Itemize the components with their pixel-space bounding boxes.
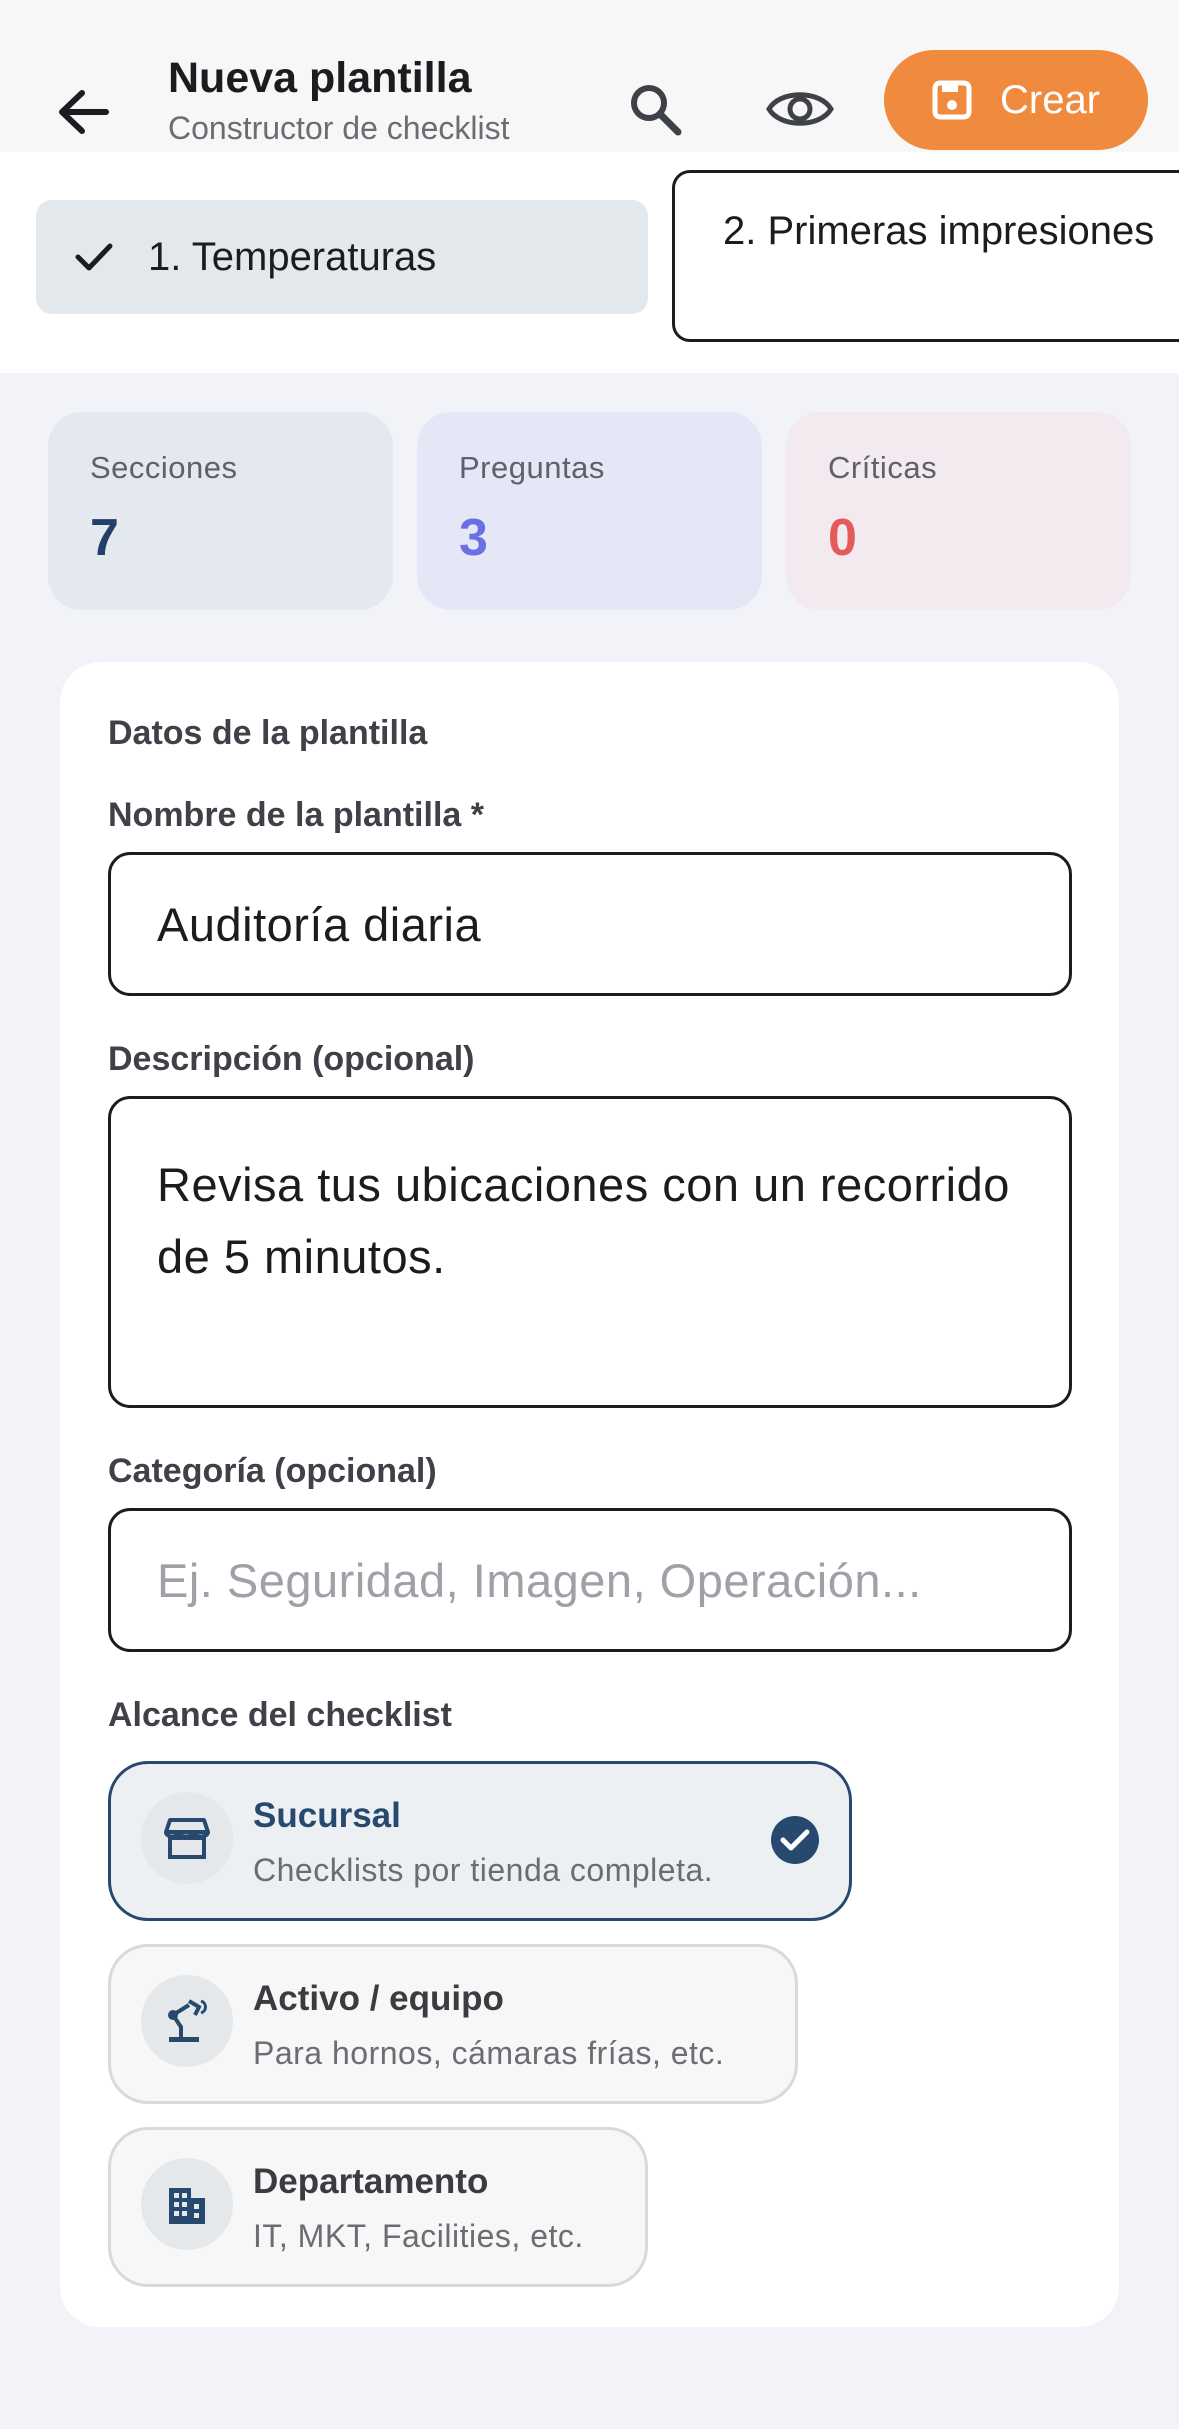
eye-icon (766, 92, 834, 126)
option-title: Activo / equipo (253, 1979, 504, 2018)
search-button[interactable] (614, 68, 696, 150)
option-description: IT, MKT, Facilities, etc. (253, 2218, 584, 2254)
stat-card-secciones: Secciones 7 (48, 412, 393, 610)
scope-option-activo[interactable]: Activo / equipo Para hornos, cámaras frí… (108, 1944, 798, 2104)
precision-tool-icon (168, 1999, 207, 2042)
stat-card-preguntas: Preguntas 3 (417, 412, 762, 610)
check-icon (75, 243, 113, 271)
create-button-label: Crear (999, 77, 1101, 122)
category-input[interactable]: Ej. Seguridad, Imagen, Operación... (108, 1508, 1072, 1652)
storefront-icon-wrap (141, 1792, 233, 1884)
preview-button[interactable] (756, 68, 844, 150)
building-icon-wrap (141, 2158, 233, 2250)
stat-value: 0 (828, 509, 857, 567)
stat-label: Secciones (90, 450, 238, 485)
arrow-back-icon (59, 90, 109, 134)
description-field-label: Descripción (opcional) (108, 1040, 475, 1078)
scope-option-departamento[interactable]: Departamento IT, MKT, Facilities, etc. (108, 2127, 648, 2287)
description-value: Revisa tus ubicaciones con un recorrido … (157, 1158, 1010, 1283)
section-title: Datos de la plantilla (108, 714, 428, 752)
category-field-label: Categoría (opcional) (108, 1452, 437, 1490)
stat-label: Preguntas (459, 450, 605, 485)
option-title: Sucursal (253, 1796, 401, 1835)
page-subtitle: Constructor de checklist (168, 110, 510, 146)
option-title: Departamento (253, 2162, 489, 2201)
category-placeholder: Ej. Seguridad, Imagen, Operación... (157, 1553, 922, 1607)
app-header: Nueva plantilla Constructor de checklist… (0, 0, 1179, 152)
template-name-value: Auditoría diaria (157, 897, 482, 951)
save-icon (932, 80, 972, 120)
sections-tab-bar: 1. Temperaturas 2. Primeras impresiones (0, 152, 1179, 373)
check-circle-icon (771, 1816, 819, 1864)
create-button[interactable]: Crear (884, 50, 1148, 150)
template-data-card: Datos de la plantilla Nombre de la plant… (60, 662, 1119, 2327)
stat-value: 3 (459, 509, 488, 567)
option-description: Checklists por tienda completa. (253, 1852, 714, 1888)
scope-option-sucursal[interactable]: Sucursal Checklists por tienda completa. (108, 1761, 852, 1921)
search-icon (631, 85, 682, 136)
stat-label: Críticas (828, 450, 938, 485)
name-field-label: Nombre de la plantilla * (108, 796, 484, 834)
option-description: Para hornos, cámaras frías, etc. (253, 2035, 725, 2071)
precision-tool-icon-wrap (141, 1975, 233, 2067)
template-name-input[interactable]: Auditoría diaria (108, 852, 1072, 996)
description-textarea[interactable]: Revisa tus ubicaciones con un recorrido … (108, 1096, 1072, 1408)
storefront-icon (164, 1818, 210, 1859)
tab-label: 1. Temperaturas (148, 234, 437, 279)
tab-temperaturas[interactable]: 1. Temperaturas (36, 200, 648, 314)
stat-card-criticas: Críticas 0 (786, 412, 1131, 610)
tab-label: 2. Primeras impresiones (723, 209, 1155, 253)
tab-primeras-impresiones[interactable]: 2. Primeras impresiones (672, 170, 1179, 342)
back-button[interactable] (44, 72, 124, 152)
scope-label: Alcance del checklist (108, 1696, 452, 1734)
building-icon (169, 2188, 205, 2224)
page-title: Nueva plantilla (168, 54, 472, 102)
stat-value: 7 (90, 509, 119, 567)
